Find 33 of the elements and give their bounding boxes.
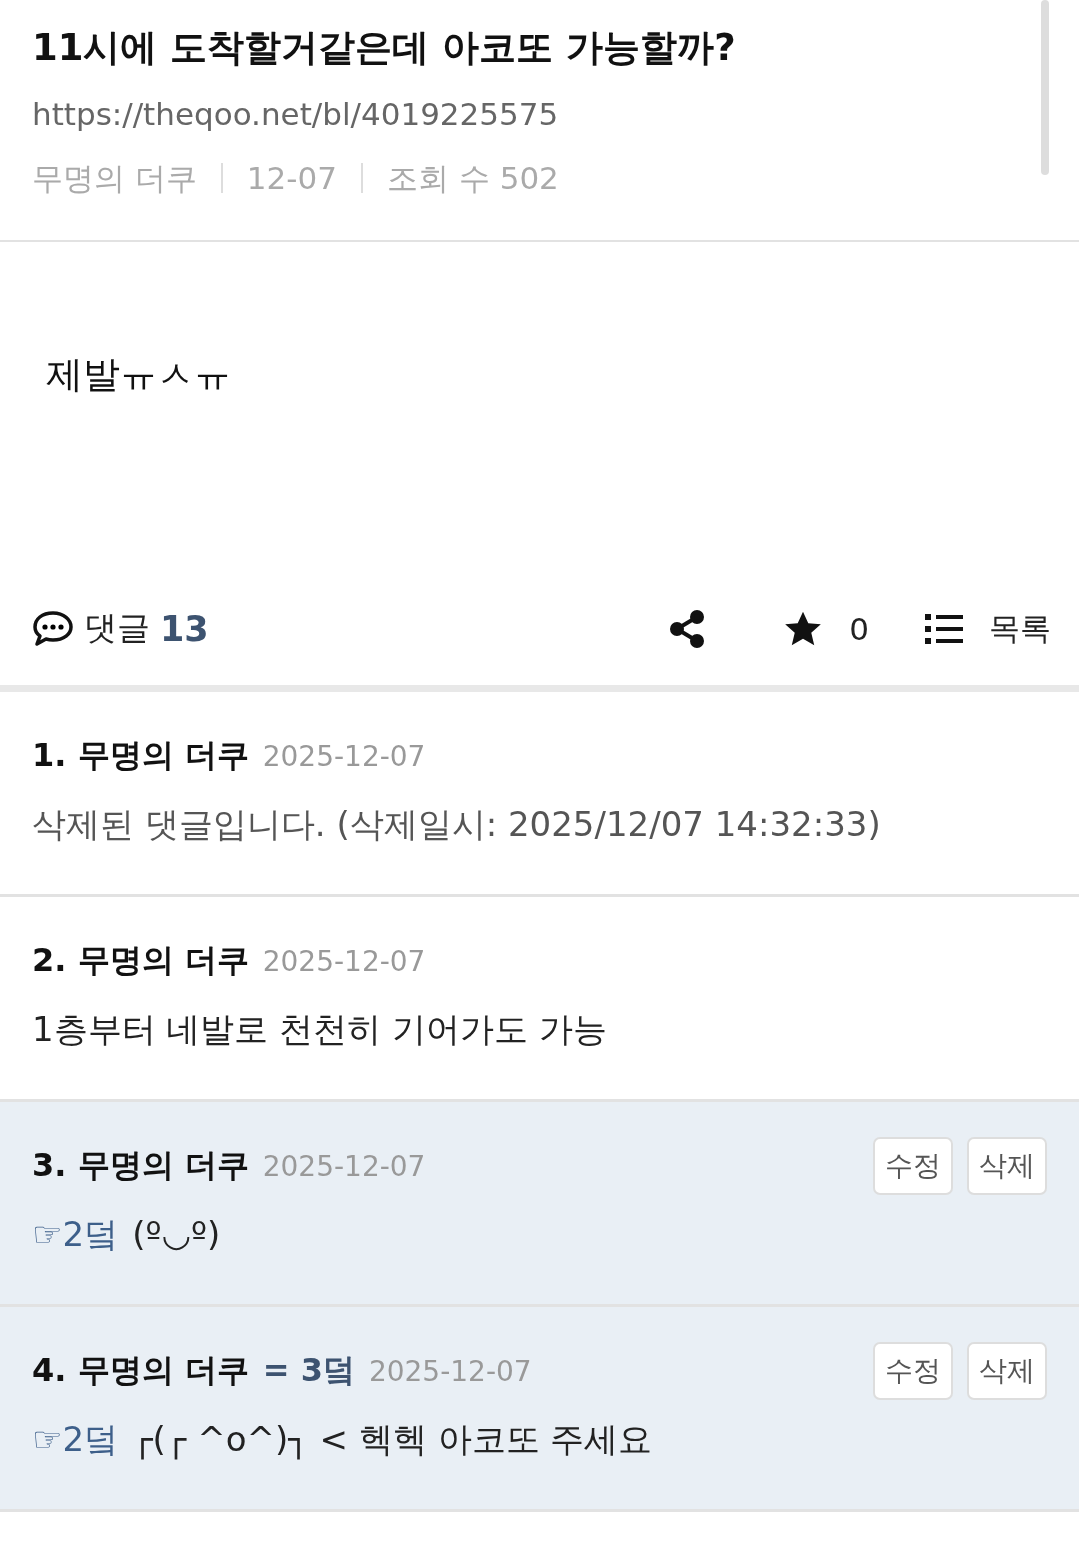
comment-date: 2025-12-07 bbox=[262, 739, 426, 773]
delete-button[interactable]: 삭제 bbox=[967, 1342, 1047, 1400]
reply-link[interactable]: ☞2덬 bbox=[32, 1417, 119, 1463]
comment-text: 삭제된 댓글입니다. (삭제일시: 2025/12/07 14:32:33) bbox=[32, 803, 881, 846]
comment-text: (º◡º) bbox=[132, 1214, 221, 1254]
comment-text: ┌(┌ ^o^)┐ < 헥헥 아코또 주세요 bbox=[132, 1418, 653, 1462]
comment-date: 2025-12-07 bbox=[368, 1354, 532, 1388]
reply-link[interactable]: ☞2덬 bbox=[32, 1212, 119, 1258]
edit-button[interactable]: 수정 bbox=[873, 1342, 953, 1400]
comment-author: 4. 무명의 더쿠 bbox=[32, 1350, 249, 1391]
post-author: 무명의 더쿠 bbox=[32, 159, 197, 198]
comment-count: 13 bbox=[160, 608, 209, 649]
edit-button[interactable]: 수정 bbox=[873, 1137, 953, 1195]
post-url[interactable]: https://theqoo.net/bl/4019225575 bbox=[32, 96, 559, 132]
post-body: 제발ㅠㅅㅠ bbox=[46, 353, 231, 396]
reply-target-label: = 3덬 bbox=[262, 1350, 355, 1391]
speech-bubble-icon bbox=[32, 609, 74, 648]
post-title: 11시에 도착할거같은데 아코또 가능할까? bbox=[32, 25, 737, 71]
comments-label: 댓글 bbox=[84, 607, 150, 649]
view-count: 조회 수 502 bbox=[386, 159, 559, 198]
comment-author: 1. 무명의 더쿠 bbox=[32, 735, 249, 776]
post-date: 12-07 bbox=[246, 159, 337, 198]
comment-author: 3. 무명의 더쿠 bbox=[32, 1145, 249, 1186]
share-icon[interactable] bbox=[669, 608, 706, 649]
list-label[interactable]: 목록 bbox=[989, 607, 1051, 650]
comment-author: 2. 무명의 더쿠 bbox=[32, 940, 249, 981]
comment-date: 2025-12-07 bbox=[262, 944, 426, 978]
scrollbar[interactable] bbox=[1041, 0, 1049, 175]
comment-text: 1층부터 네발로 천천히 기어가도 가능 bbox=[32, 1008, 607, 1051]
delete-button[interactable]: 삭제 bbox=[967, 1137, 1047, 1195]
star-count: 0 bbox=[849, 610, 869, 647]
list-icon[interactable] bbox=[925, 613, 963, 644]
comment-date: 2025-12-07 bbox=[262, 1149, 426, 1183]
